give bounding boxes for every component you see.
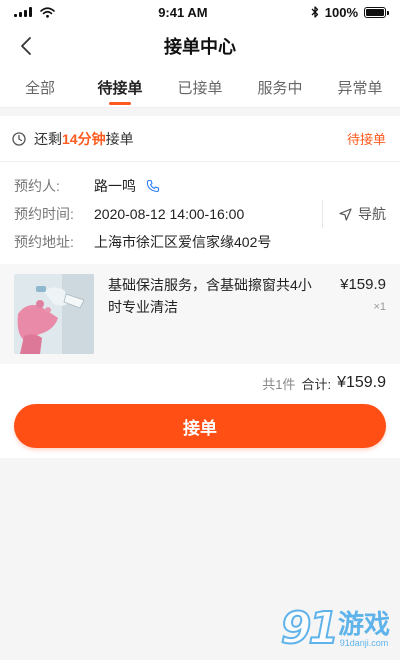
contact-name: 路一鸣 (94, 178, 136, 194)
total-label: 合计: (301, 376, 332, 392)
clock-icon (12, 131, 26, 146)
navigate-label: 导航 (358, 206, 386, 222)
contact-label: 预约人: (14, 178, 60, 194)
battery-percent: 100% (324, 4, 358, 20)
address-value: 上海市徐汇区爱信家缘402号 (94, 234, 272, 250)
navigate-button[interactable]: 导航 (322, 200, 386, 228)
watermark-right: 游戏 91danji.com (338, 610, 390, 648)
order-card: 还剩 14分钟 接单 待接单 预约人: 路一鸣 预约时间: 2020-08-12… (0, 116, 400, 458)
tab-pending[interactable]: 待接单 (80, 68, 160, 107)
time-label: 预约时间: (14, 206, 74, 222)
address-row: 预约地址: 上海市徐汇区爱信家缘402号 (14, 228, 386, 256)
accept-wrapper: 接单 (0, 402, 400, 458)
product-quantity: ×1 (373, 301, 386, 313)
tab-all[interactable]: 全部 (0, 68, 80, 107)
product-description: 基础保洁服务，含基础擦窗共4小时专业清洁 (108, 277, 312, 315)
wifi-icon (40, 6, 55, 18)
watermark-site: 91danji.com (339, 637, 389, 648)
navigation-arrow-icon (339, 207, 352, 221)
battery-icon (364, 6, 389, 18)
watermark-logo: 91 游戏 91danji.com (280, 602, 390, 655)
address-label: 预约地址: (14, 234, 74, 250)
product-price-column: ¥159.9 ×1 (326, 274, 386, 354)
status-right: 100% (311, 4, 389, 20)
product-image (14, 274, 94, 354)
status-left (14, 6, 55, 18)
product-item[interactable]: 基础保洁服务，含基础擦窗共4小时专业清洁 ¥159.9 ×1 (0, 264, 400, 364)
remaining-time: 还剩 14分钟 接单 (12, 129, 134, 149)
order-tabs: 全部 待接单 已接单 服务中 异常单 (0, 68, 400, 108)
item-count: 共1件 (262, 376, 296, 392)
order-card-header: 还剩 14分钟 接单 待接单 (0, 116, 400, 162)
back-button[interactable] (14, 34, 38, 58)
time-value: 2020-08-12 14:00-16:00 (94, 206, 245, 222)
remaining-prefix: 还剩 (34, 130, 62, 147)
remaining-suffix: 接单 (105, 130, 134, 147)
bluetooth-icon (311, 6, 318, 18)
order-info: 预约人: 路一鸣 预约时间: 2020-08-12 14:00-16:00 预约… (0, 162, 400, 264)
chevron-left-icon (21, 37, 31, 55)
status-badge: 待接单 (346, 132, 386, 147)
watermark-text: 游戏 (337, 608, 390, 639)
total-amount: ¥159.9 (337, 374, 386, 391)
status-bar: 9:41 AM 100% (0, 0, 400, 24)
tab-in-service[interactable]: 服务中 (240, 68, 320, 107)
nav-bar: 接单中心 (0, 24, 400, 68)
phone-icon[interactable] (146, 179, 160, 193)
tab-exception[interactable]: 异常单 (320, 68, 400, 107)
order-summary: 共1件 合计: ¥159.9 (0, 364, 400, 402)
watermark-number: 91 (280, 602, 340, 655)
accept-order-button[interactable]: 接单 (14, 404, 386, 448)
remaining-minutes: 14分钟 (62, 130, 106, 147)
tab-accepted[interactable]: 已接单 (160, 68, 240, 107)
page-title: 接单中心 (164, 37, 236, 57)
signal-icon (14, 7, 32, 17)
status-time: 9:41 AM (158, 4, 208, 20)
contact-row: 预约人: 路一鸣 (14, 172, 386, 200)
product-price: ¥159.9 (340, 276, 386, 293)
